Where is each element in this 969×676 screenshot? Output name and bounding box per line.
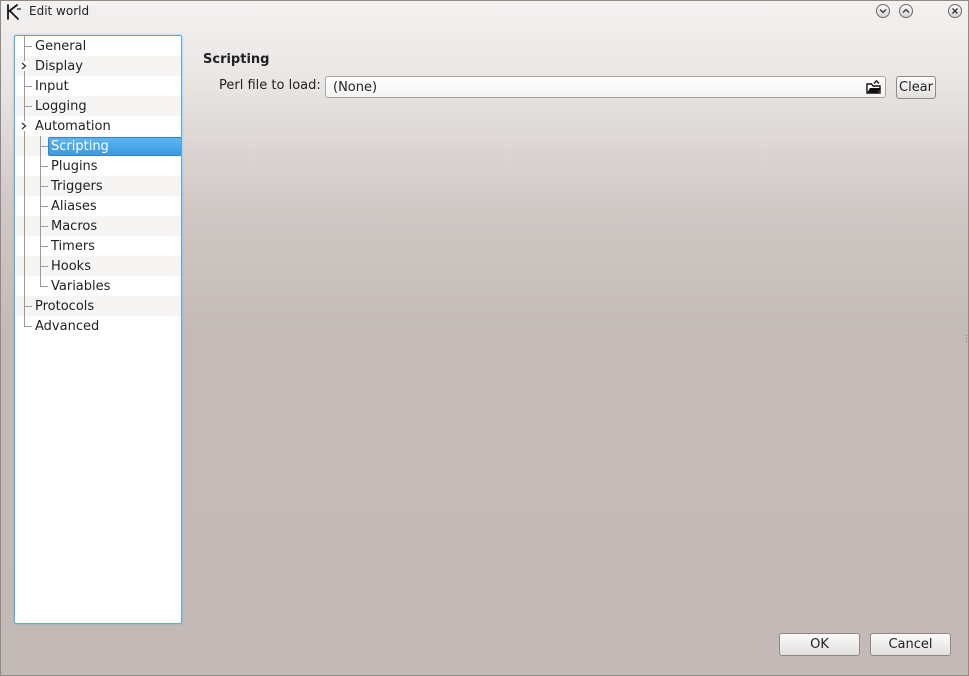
chevron-right-icon[interactable]: [20, 61, 28, 71]
tree-branch-line: [24, 36, 25, 326]
tree-item-logging[interactable]: Logging: [33, 98, 89, 115]
tree-branch-line: [24, 106, 32, 107]
tree-item-variables[interactable]: Variables: [49, 278, 112, 295]
tree-branch-line: [40, 166, 48, 167]
perl-file-requester[interactable]: (None): [325, 76, 886, 98]
title-bar[interactable]: Edit world: [1, 1, 968, 23]
edit-world-window: Edit world General Display Input Logging…: [0, 0, 969, 676]
window-title: Edit world: [29, 4, 90, 18]
close-button[interactable]: [948, 4, 962, 18]
tree-item-timers[interactable]: Timers: [49, 238, 97, 255]
tree-branch-line: [24, 46, 32, 47]
chevron-up-icon: [902, 8, 910, 13]
tree-item-triggers[interactable]: Triggers: [49, 178, 105, 195]
kde-app-icon: [7, 4, 21, 20]
tree-item-input[interactable]: Input: [33, 78, 71, 95]
maximize-button[interactable]: [899, 4, 913, 18]
tree-branch-line: [40, 136, 41, 286]
settings-tree[interactable]: General Display Input Logging Automation…: [14, 35, 182, 624]
tree-branch-line: [40, 206, 48, 207]
tree-branch-line: [40, 226, 48, 227]
tree-item-plugins[interactable]: Plugins: [49, 158, 100, 175]
tree-branch-line: [40, 146, 48, 147]
tree-item-protocols[interactable]: Protocols: [33, 298, 96, 315]
perl-file-label: Perl file to load:: [219, 78, 321, 93]
tree-item-hooks[interactable]: Hooks: [49, 258, 93, 275]
tree-item-macros[interactable]: Macros: [49, 218, 99, 235]
resize-grip[interactable]: [966, 335, 968, 343]
tree-item-display[interactable]: Display: [33, 58, 85, 75]
cancel-button[interactable]: Cancel: [870, 633, 951, 656]
tree-item-automation[interactable]: Automation: [33, 118, 113, 135]
tree-branch-line: [24, 306, 32, 307]
chevron-down-icon: [879, 9, 887, 14]
tree-item-general[interactable]: General: [33, 38, 88, 55]
ok-button[interactable]: OK: [779, 633, 860, 656]
tree-item-scripting[interactable]: Scripting: [48, 137, 181, 156]
tree-branch-line: [40, 286, 48, 287]
tree-item-advanced[interactable]: Advanced: [33, 318, 101, 335]
tree-branch-line: [40, 266, 48, 267]
folder-open-icon[interactable]: [865, 79, 882, 95]
tree-branch-line: [40, 246, 48, 247]
tree-branch-line: [40, 186, 48, 187]
close-icon: [952, 8, 958, 14]
tree-item-aliases[interactable]: Aliases: [49, 198, 99, 215]
perl-file-value: (None): [333, 80, 378, 95]
chevron-right-icon[interactable]: [20, 121, 28, 131]
tree-branch-line: [24, 326, 32, 327]
clear-button[interactable]: Clear: [896, 76, 936, 99]
tree-branch-line: [24, 86, 32, 87]
minimize-button[interactable]: [876, 4, 890, 18]
section-title: Scripting: [203, 52, 270, 67]
